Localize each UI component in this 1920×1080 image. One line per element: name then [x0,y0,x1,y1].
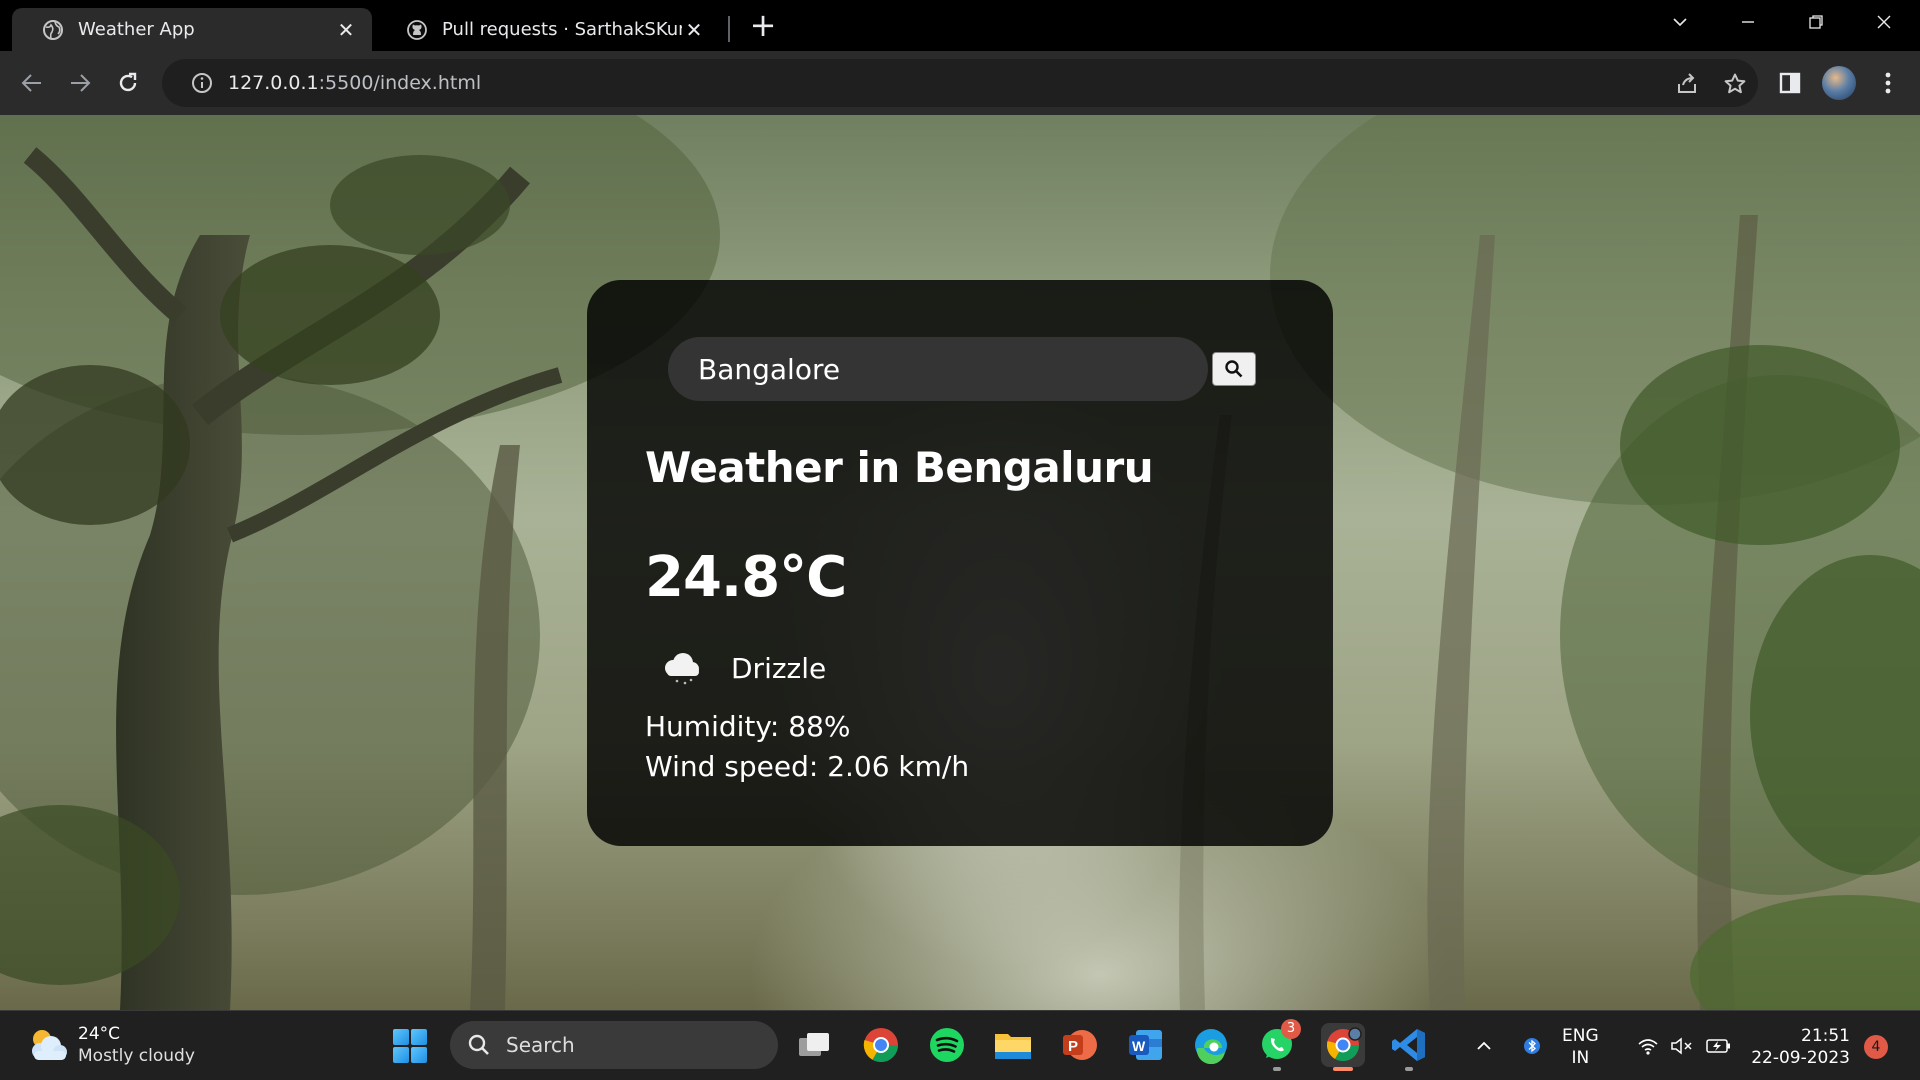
task-view-icon[interactable] [793,1023,837,1067]
whatsapp-badge: 3 [1281,1019,1301,1039]
tab-pull-requests[interactable]: Pull requests · SarthakSKumar/Ne ✕ [376,8,720,51]
widget-description: Mostly cloudy [78,1046,195,1066]
windows-start-icon[interactable] [393,1029,427,1063]
windows-taskbar: 24°C Mostly cloudy Search P W 3 ENG IN 2… [0,1010,1920,1080]
drizzle-cloud-icon [665,653,699,685]
edge-icon[interactable] [1189,1023,1233,1067]
new-tab-button[interactable]: + [748,9,778,41]
active-indicator [1333,1067,1353,1071]
widget-temperature: 24°C [78,1024,121,1044]
running-indicator [1273,1067,1281,1071]
forward-icon[interactable] [62,65,98,101]
reload-icon[interactable] [110,65,146,101]
humidity-text: Humidity: 88% [645,710,851,743]
whatsapp-icon[interactable]: 3 [1255,1019,1301,1071]
browser-toolbar: 127.0.0.1:5500/index.html [0,51,1920,115]
address-bar[interactable]: 127.0.0.1:5500/index.html [162,59,1758,107]
spotify-icon[interactable] [925,1023,969,1067]
search-icon [468,1034,489,1055]
powerpoint-icon[interactable]: P [1057,1023,1101,1067]
search-button[interactable] [1212,352,1256,386]
weather-widget[interactable]: 24°C Mostly cloudy [24,1023,195,1067]
minimize-icon[interactable] [1728,6,1768,38]
wifi-icon[interactable] [1634,1011,1662,1080]
profile-avatar[interactable] [1822,66,1856,100]
weather-widget-text: 24°C Mostly cloudy [78,1023,195,1067]
condition-text: Drizzle [731,651,827,685]
show-hidden-icons-icon[interactable] [1472,1011,1496,1080]
close-tab-icon[interactable]: ✕ [682,18,706,42]
file-explorer-icon[interactable] [991,1023,1035,1067]
tab-weather-app[interactable]: Weather App ✕ [12,8,372,51]
notification-badge[interactable]: 4 [1864,1035,1888,1059]
svg-text:P: P [1068,1038,1078,1055]
input-language[interactable]: ENG IN [1562,1025,1599,1069]
browser-tab-strip: Weather App ✕ Pull requests · SarthakSKu… [0,0,1920,51]
battery-charging-icon[interactable] [1704,1011,1734,1080]
taskbar-search-label: Search [506,1033,575,1057]
tab-title: Pull requests · SarthakSKumar/Ne [442,19,682,40]
vscode-icon[interactable] [1387,1023,1431,1071]
url-text: 127.0.0.1:5500/index.html [228,72,482,94]
side-panel-icon[interactable] [1772,65,1808,101]
close-window-icon[interactable] [1864,6,1904,38]
github-icon [406,19,428,41]
volume-muted-icon[interactable] [1668,1011,1696,1080]
city-heading: Weather in Bengaluru [645,443,1154,492]
word-icon[interactable]: W [1123,1023,1167,1067]
clock-time: 21:51 [1801,1026,1850,1046]
tab-search-icon[interactable] [1660,6,1700,38]
site-info-icon[interactable] [190,71,214,95]
running-indicator [1405,1067,1413,1071]
city-search-input[interactable] [668,337,1208,401]
language-code: ENG [1562,1026,1599,1046]
search-icon [1225,360,1243,378]
temperature: 24.8°C [645,545,847,610]
region-code: IN [1571,1048,1590,1068]
search-row [668,337,1256,401]
svg-text:W: W [1132,1038,1146,1054]
chrome-profile-icon[interactable] [1321,1023,1365,1071]
page-viewport: Weather in Bengaluru 24.8°C Drizzle Humi… [0,115,1920,1010]
clock-date: 22-09-2023 [1751,1048,1850,1068]
share-icon[interactable] [1674,71,1700,97]
tab-title: Weather App [78,19,195,40]
system-clock[interactable]: 21:51 22-09-2023 [1748,1025,1850,1069]
bookmark-star-icon[interactable] [1722,71,1748,97]
condition-row: Drizzle [657,650,826,686]
partly-cloudy-icon [32,1030,67,1060]
bluetooth-icon[interactable] [1520,1011,1544,1080]
kebab-menu-icon[interactable] [1870,65,1906,101]
back-icon[interactable] [14,65,50,101]
chrome-icon[interactable] [859,1023,903,1067]
restore-icon[interactable] [1796,6,1836,38]
globe-icon [42,19,64,41]
weather-card: Weather in Bengaluru 24.8°C Drizzle Humi… [587,280,1333,846]
taskbar-search[interactable]: Search [450,1021,778,1069]
wind-speed-text: Wind speed: 2.06 km/h [645,750,970,783]
tab-separator [728,16,730,42]
close-tab-icon[interactable]: ✕ [334,18,358,42]
